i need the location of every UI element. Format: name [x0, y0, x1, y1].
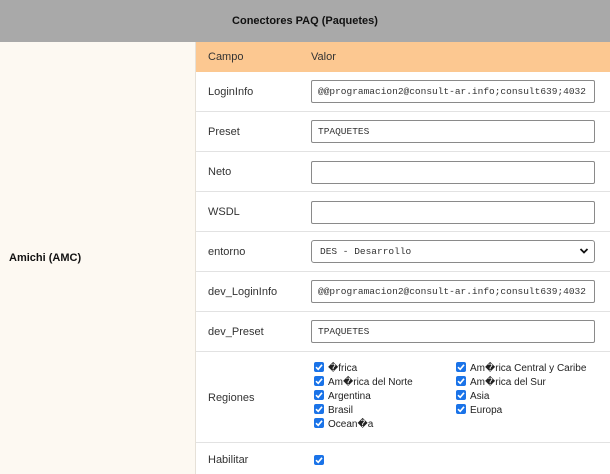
region-label: Am�rica Central y Caribe: [470, 363, 587, 374]
config-table: Campo Valor LoginInfo @@programacion2@co…: [196, 42, 610, 474]
column-header-valor: Valor: [311, 51, 336, 63]
row-entorno: entorno DES - Desarrollo: [196, 232, 610, 272]
provider-name: Amichi (AMC): [9, 252, 82, 264]
checkbox-checked-icon: [315, 457, 323, 464]
region-checkbox-brasil[interactable]: Brasil: [314, 404, 354, 416]
region-checkbox-africa[interactable]: �frica: [314, 362, 358, 374]
region-checkbox-america-del-sur[interactable]: Am�rica del Sur: [456, 376, 546, 388]
row-regiones: Regiones �frica Am�rica del Norte Argent…: [196, 352, 610, 443]
page-title: Conectores PAQ (Paquetes): [232, 15, 378, 27]
checkbox-checked-icon: [456, 376, 466, 387]
region-label: Europa: [470, 405, 503, 416]
region-label: Am�rica del Norte: [328, 377, 413, 388]
field-label-neto: Neto: [208, 166, 232, 178]
field-label-logininfo: LoginInfo: [208, 86, 254, 98]
dev-preset-input[interactable]: TPAQUETES: [311, 320, 595, 343]
field-label-wsdl: WSDL: [208, 206, 240, 218]
region-label: Argentina: [328, 391, 371, 402]
table-header: Campo Valor: [196, 42, 610, 72]
row-wsdl: WSDL: [196, 192, 610, 232]
row-logininfo: LoginInfo @@programacion2@consult-ar.inf…: [196, 72, 610, 112]
habilitar-checkbox[interactable]: [314, 455, 324, 465]
region-checkbox-america-central-caribe[interactable]: Am�rica Central y Caribe: [456, 362, 587, 374]
region-checkbox-america-del-norte[interactable]: Am�rica del Norte: [314, 376, 413, 388]
entorno-selected-value: DES - Desarrollo: [320, 246, 412, 257]
region-label: Ocean�a: [328, 419, 374, 430]
field-label-dev-preset: dev_Preset: [208, 326, 264, 338]
logininfo-input[interactable]: @@programacion2@consult-ar.info;consult6…: [311, 80, 595, 103]
field-label-regiones: Regiones: [208, 392, 255, 404]
region-label: Am�rica del Sur: [470, 377, 546, 388]
checkbox-checked-icon: [314, 404, 324, 415]
region-label: �frica: [328, 363, 358, 374]
row-dev-preset: dev_Preset TPAQUETES: [196, 312, 610, 352]
row-preset: Preset TPAQUETES: [196, 112, 610, 152]
checkbox-checked-icon: [456, 390, 466, 401]
region-checkbox-asia[interactable]: Asia: [456, 390, 490, 402]
region-checkbox-argentina[interactable]: Argentina: [314, 390, 371, 402]
region-checkbox-europa[interactable]: Europa: [456, 404, 503, 416]
preset-input[interactable]: TPAQUETES: [311, 120, 595, 143]
wsdl-input[interactable]: [311, 201, 595, 224]
region-label: Asia: [470, 391, 490, 402]
checkbox-checked-icon: [314, 376, 324, 387]
checkbox-checked-icon: [314, 418, 324, 429]
neto-input[interactable]: [311, 161, 595, 184]
column-header-campo: Campo: [208, 51, 244, 63]
row-dev-logininfo: dev_LoginInfo @@programacion2@consult-ar…: [196, 272, 610, 312]
checkbox-checked-icon: [314, 362, 324, 373]
provider-panel: Amichi (AMC): [0, 42, 196, 474]
page-header: Conectores PAQ (Paquetes): [0, 0, 610, 42]
chevron-down-icon: [579, 248, 589, 254]
row-neto: Neto: [196, 152, 610, 192]
row-habilitar: Habilitar: [196, 443, 610, 474]
field-label-preset: Preset: [208, 126, 240, 138]
field-label-dev-logininfo: dev_LoginInfo: [208, 286, 278, 298]
entorno-select[interactable]: DES - Desarrollo: [311, 240, 595, 263]
dev-logininfo-input[interactable]: @@programacion2@consult-ar.info;consult6…: [311, 280, 595, 303]
checkbox-checked-icon: [314, 390, 324, 401]
region-label: Brasil: [328, 405, 354, 416]
field-label-entorno: entorno: [208, 246, 246, 258]
field-label-habilitar: Habilitar: [208, 454, 249, 466]
checkbox-checked-icon: [456, 404, 466, 415]
region-checkbox-oceania[interactable]: Ocean�a: [314, 418, 374, 430]
checkbox-checked-icon: [456, 362, 466, 373]
